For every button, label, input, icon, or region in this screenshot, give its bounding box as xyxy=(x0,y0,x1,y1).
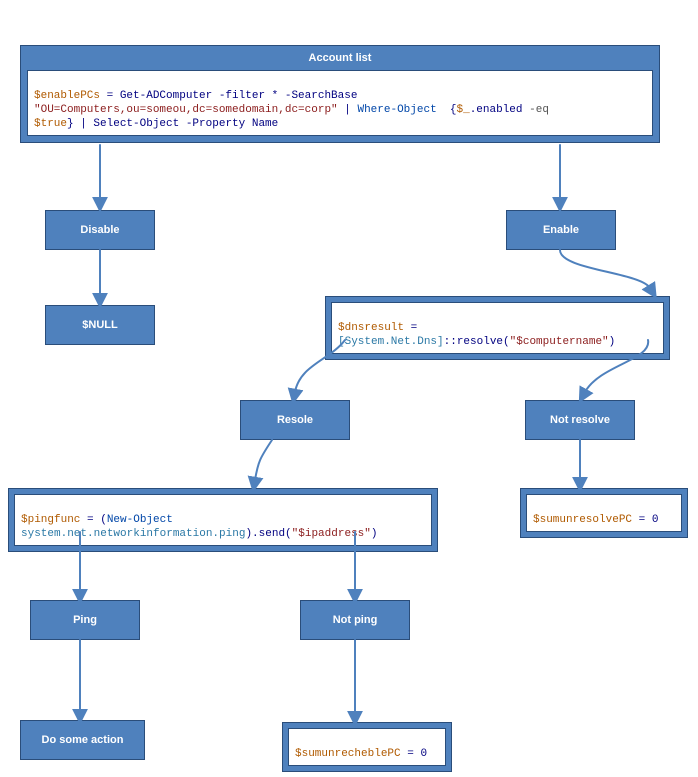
node-enable: Enable xyxy=(506,210,616,250)
node-ping-code-inner: $pingfunc = (New-Object system.net.netwo… xyxy=(14,494,432,546)
node-sum-unreachable-code: $sumunrecheblePC = 0 xyxy=(288,728,446,766)
node-account-list-code: $enablePCs = Get-ADComputer -filter * -S… xyxy=(27,70,653,136)
node-null: $NULL xyxy=(45,305,155,345)
node-ping-code: $pingfunc = (New-Object system.net.netwo… xyxy=(8,488,438,552)
node-sum-unresolve-code: $sumunresolvePC = 0 xyxy=(526,494,682,532)
node-disable-label: Disable xyxy=(76,218,123,242)
node-sum-unresolve: $sumunresolvePC = 0 xyxy=(520,488,688,538)
node-do-some-action: Do some action xyxy=(20,720,145,760)
node-resole: Resole xyxy=(240,400,350,440)
node-dns: $dnsresult = [System.Net.Dns]::resolve("… xyxy=(325,296,670,360)
node-null-label: $NULL xyxy=(78,313,121,337)
node-ping-label: Ping xyxy=(69,608,101,632)
node-enable-label: Enable xyxy=(539,218,583,242)
node-resole-label: Resole xyxy=(273,408,317,432)
node-not-ping-label: Not ping xyxy=(329,608,382,632)
node-do-some-action-label: Do some action xyxy=(38,728,128,752)
edge-resole-to-pingcode xyxy=(255,440,272,480)
node-dns-code: $dnsresult = [System.Net.Dns]::resolve("… xyxy=(331,302,664,354)
node-not-resolve: Not resolve xyxy=(525,400,635,440)
node-disable: Disable xyxy=(45,210,155,250)
node-account-list: Account list $enablePCs = Get-ADComputer… xyxy=(20,45,660,143)
edge-enable-to-dns xyxy=(560,250,650,288)
node-not-ping: Not ping xyxy=(300,600,410,640)
node-sum-unreachable: $sumunrecheblePC = 0 xyxy=(282,722,452,772)
node-not-resolve-label: Not resolve xyxy=(546,408,614,432)
node-account-list-title: Account list xyxy=(21,46,659,70)
node-ping: Ping xyxy=(30,600,140,640)
